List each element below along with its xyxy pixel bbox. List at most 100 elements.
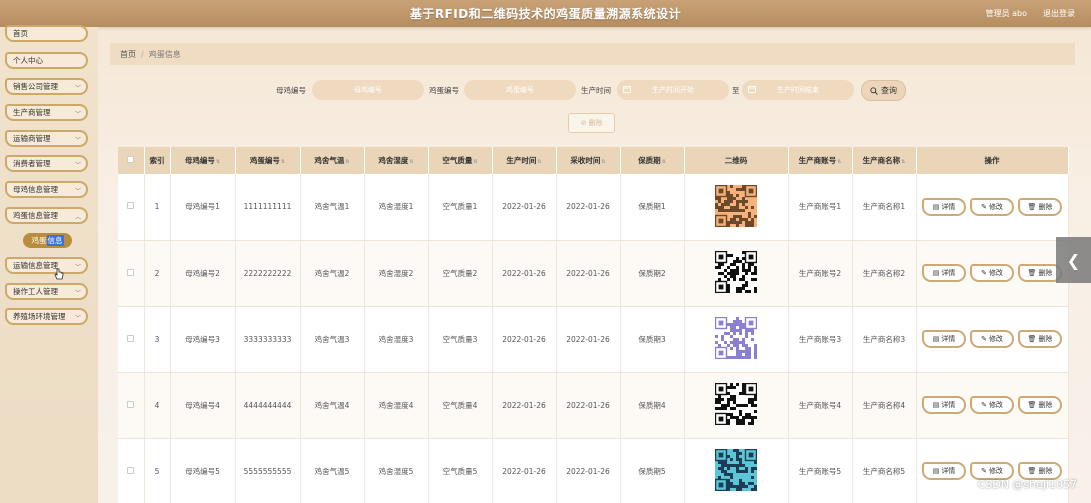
table-row: 4 母鸡编号4 4444444444 鸡舍气温4 鸡舍湿度4 空气质量4 202… — [118, 372, 1069, 439]
edit-label: 修改 — [988, 401, 1003, 409]
qr-code-image[interactable] — [714, 184, 758, 227]
cell-temp: 鸡舍气温4 — [300, 372, 365, 439]
sidebar-item-producer[interactable]: 生产商管理 ﹀ — [5, 104, 88, 121]
row-select-cell[interactable] — [118, 174, 145, 241]
col-humidity[interactable]: 鸡舍湿度⇅ — [364, 147, 429, 174]
detail-label: 详情 — [941, 467, 956, 475]
col-hen-id[interactable]: 母鸡编号⇅ — [170, 147, 236, 174]
edit-button[interactable]: ✎ 修改 — [970, 264, 1014, 282]
select-all-header[interactable] — [118, 147, 145, 174]
sidebar-item-sales-company[interactable]: 销售公司管理 ﹀ — [5, 78, 88, 95]
sidebar-item-hen-info[interactable]: 母鸡信息管理 ﹀ — [5, 181, 88, 198]
cell-producer-account: 生产商账号5 — [788, 438, 853, 503]
chevron-down-icon: ﹀ — [74, 315, 81, 322]
cell-qrcode — [684, 174, 789, 241]
sort-icon[interactable]: ⇅ — [901, 159, 905, 165]
cell-actions: ▤ 详情 ✎ 修改 🗑 删除 — [916, 240, 1069, 307]
query-button[interactable]: 查询 — [861, 80, 906, 101]
cell-index: 1 — [144, 174, 171, 241]
sidebar-item-transporter[interactable]: 运输商管理 ﹀ — [5, 130, 88, 147]
row-checkbox[interactable] — [127, 400, 135, 408]
col-prod-time[interactable]: 生产时间⇅ — [492, 147, 557, 174]
row-checkbox[interactable] — [127, 202, 135, 210]
egg-id-input[interactable]: 鸡蛋编号 — [464, 80, 576, 100]
detail-button[interactable]: ▤ 详情 — [922, 197, 966, 216]
row-checkbox[interactable] — [127, 334, 135, 342]
detail-button[interactable]: ▤ 详情 — [922, 330, 966, 348]
edit-button[interactable]: ✎ 修改 — [970, 330, 1014, 348]
col-qrcode: 二维码 — [684, 147, 789, 174]
col-label: 空气质量 — [442, 156, 473, 165]
sort-icon[interactable]: ⇅ — [601, 159, 605, 165]
row-select-cell[interactable] — [118, 306, 145, 373]
sort-icon[interactable]: ⇅ — [662, 159, 666, 165]
detail-button[interactable]: ▤ 详情 — [922, 462, 966, 480]
sidebar-item-egg-info[interactable]: 鸡蛋信息管理 ︿ — [5, 207, 88, 224]
detail-button[interactable]: ▤ 详情 — [922, 264, 966, 282]
chevron-down-icon: ﹀ — [74, 137, 81, 144]
trash-icon: 🗑 — [1027, 401, 1037, 409]
sidebar-item-worker[interactable]: 操作工人管理 ﹀ — [5, 283, 88, 300]
cell-air: 空气质量4 — [428, 372, 493, 439]
edit-label: 修改 — [988, 335, 1003, 343]
collapse-tab[interactable]: ❮ — [1056, 237, 1091, 283]
egg-id-label: 鸡蛋编号 — [429, 86, 459, 95]
sub-item-label-highlight: 信息 — [46, 235, 64, 246]
row-select-cell[interactable] — [118, 240, 145, 307]
sidebar-item-farm-env[interactable]: 养殖场环境管理 ﹀ — [5, 308, 88, 325]
sort-icon[interactable]: ⇅ — [345, 159, 349, 165]
sort-icon[interactable]: ⇅ — [537, 159, 541, 165]
detail-button[interactable]: ▤ 详情 — [922, 396, 966, 414]
sidebar-item-consumer[interactable]: 消费者管理 ﹀ — [5, 155, 88, 172]
col-shelf-life[interactable]: 保质期⇅ — [620, 147, 685, 174]
col-actions: 操作 — [916, 147, 1069, 174]
sort-icon[interactable]: ⇅ — [473, 159, 477, 165]
cell-temp: 鸡舍气温2 — [300, 240, 365, 307]
cell-producer-account: 生产商账号2 — [788, 240, 853, 307]
prod-time-start-input[interactable]: 生产时间开始 — [617, 80, 729, 100]
col-producer-name[interactable]: 生产商名称⇅ — [852, 147, 917, 174]
sidebar-item-home[interactable]: 首页 — [5, 25, 88, 42]
delete-button[interactable]: 🗑 删除 — [1018, 330, 1062, 348]
col-producer-account[interactable]: 生产商账号⇅ — [788, 147, 853, 174]
qr-code-image[interactable] — [714, 316, 758, 360]
select-all-checkbox[interactable] — [127, 156, 135, 163]
sort-icon[interactable]: ⇅ — [837, 159, 841, 165]
sort-icon[interactable]: ⇅ — [281, 159, 285, 165]
sort-icon[interactable]: ⇅ — [216, 159, 220, 165]
sidebar-subitem-egg-info[interactable]: 鸡蛋 信息 — [23, 233, 72, 248]
sidebar-item-label: 销售公司管理 — [13, 82, 58, 91]
edit-button[interactable]: ✎ 修改 — [970, 396, 1014, 414]
delete-label: 删除 — [1038, 401, 1053, 409]
row-checkbox[interactable] — [127, 268, 135, 276]
qr-code-image[interactable] — [714, 382, 758, 426]
cell-humidity: 鸡舍湿度4 — [364, 372, 429, 439]
col-air[interactable]: 空气质量⇅ — [428, 147, 493, 174]
breadcrumb-home[interactable]: 首页 — [120, 49, 136, 60]
row-select-cell[interactable] — [118, 372, 145, 439]
to-label: 至 — [732, 86, 740, 95]
prod-time-end-input[interactable]: 生产时间结束 — [742, 80, 854, 100]
hen-id-input[interactable]: 母鸡编号 — [312, 80, 424, 100]
row-select-cell[interactable] — [118, 438, 145, 503]
delete-button[interactable]: 🗑 删除 — [1018, 396, 1062, 414]
col-label: 生产商账号 — [798, 156, 837, 165]
logout-link[interactable]: 退出登录 — [1043, 8, 1075, 19]
qr-code-image[interactable] — [714, 448, 758, 492]
delete-button[interactable]: 🗑 删除 — [1018, 197, 1062, 216]
sidebar-item-profile[interactable]: 个人中心 — [5, 52, 88, 69]
sidebar-item-transport-info[interactable]: 运输信息管理 ﹀ — [5, 257, 88, 274]
row-checkbox[interactable] — [127, 466, 135, 474]
col-label: 采收时间 — [570, 156, 601, 165]
col-egg-id[interactable]: 鸡蛋编号⇅ — [235, 147, 301, 174]
batch-delete-button[interactable]: ⊘ 删除 — [568, 113, 615, 133]
col-label: 生产时间 — [506, 156, 537, 165]
col-harvest-time[interactable]: 采收时间⇅ — [556, 147, 621, 174]
edit-button[interactable]: ✎ 修改 — [970, 197, 1014, 216]
sub-item-label: 鸡蛋 — [31, 236, 47, 245]
sort-icon[interactable]: ⇅ — [409, 159, 413, 165]
col-temp[interactable]: 鸡舍气温⇅ — [300, 147, 365, 174]
sidebar-item-label: 鸡蛋信息管理 — [13, 211, 58, 220]
sidebar-item-label: 首页 — [13, 29, 28, 38]
qr-code-image[interactable] — [714, 250, 758, 294]
